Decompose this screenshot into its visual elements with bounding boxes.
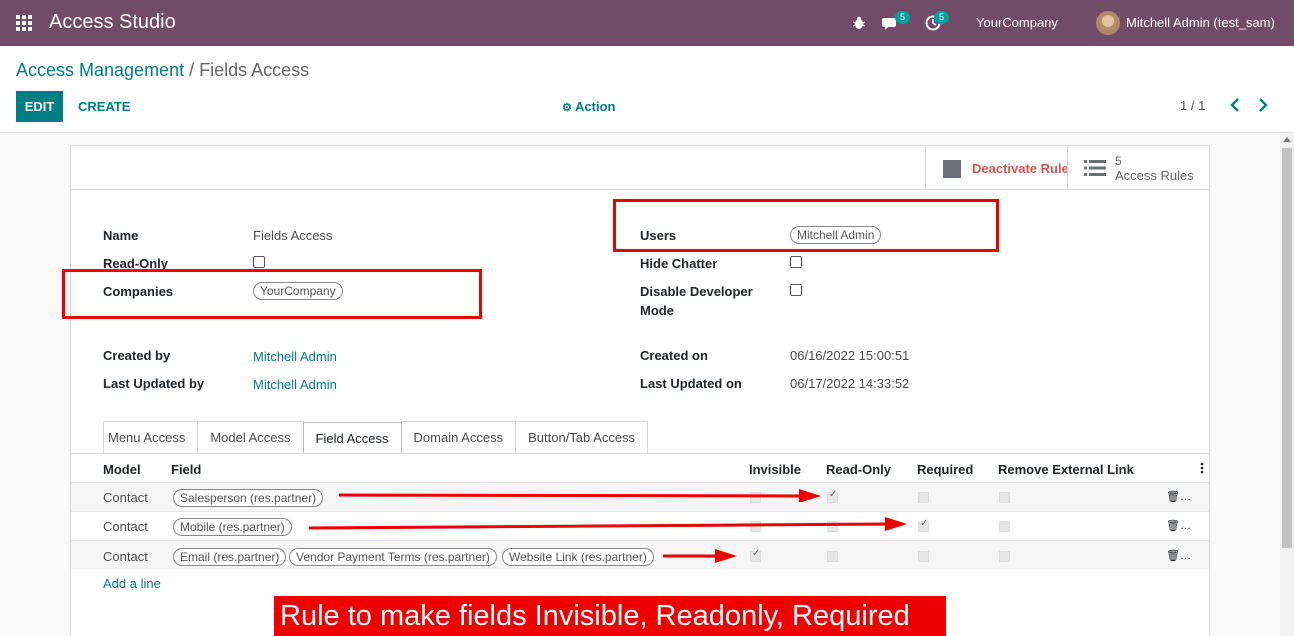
breadcrumb-current: Fields Access (199, 60, 310, 80)
hide-chatter-label: Hide Chatter (640, 256, 718, 271)
row-model: Contact (103, 549, 148, 564)
smart-button-box: Deactivate Rule 5 Access Rules (71, 146, 1209, 190)
column-required[interactable]: Required (917, 462, 973, 477)
breadcrumb-separator: / (189, 60, 195, 80)
action-menu[interactable]: ⚙ Action (562, 99, 615, 114)
name-label: Name (103, 228, 139, 243)
field-tag[interactable]: Email (res.partner) (173, 548, 287, 566)
created-on-value: 06/16/2022 15:00:51 (790, 348, 910, 363)
gear-icon: ⚙ (562, 102, 572, 114)
row-model: Contact (103, 490, 148, 505)
created-by-value[interactable]: Mitchell Admin (253, 349, 337, 364)
page-scrollbar[interactable] (1280, 134, 1294, 636)
tabs-divider (71, 453, 1209, 454)
notebook-tabs: Menu Access Model Access Field Access Do… (103, 421, 649, 454)
tab-field-access[interactable]: Field Access (302, 422, 402, 454)
readonly-checkbox[interactable] (253, 256, 265, 268)
arrow-required-annotation (308, 517, 907, 531)
table-row[interactable]: Contact Email (res.partner) Vendor Payme… (71, 540, 1209, 570)
last-updated-on-value: 06/17/2022 14:33:52 (790, 376, 910, 391)
bug-icon[interactable] (852, 16, 866, 30)
disable-developer-label-2: Mode (640, 303, 674, 318)
column-invisible[interactable]: Invisible (749, 462, 801, 477)
chevron-left-icon[interactable] (1228, 96, 1242, 114)
field-tag[interactable]: Mobile (res.partner) (173, 518, 292, 536)
remove-link-checkbox[interactable] (999, 492, 1010, 503)
scroll-up-arrow-icon[interactable] (1283, 137, 1291, 142)
chat-badge: 5 (895, 11, 911, 24)
remove-link-checkbox[interactable] (999, 521, 1010, 532)
disable-developer-label: Disable Developer (640, 284, 753, 299)
trash-icon[interactable]: 🗑… (1166, 549, 1191, 563)
field-tag[interactable]: Vendor Payment Terms (res.partner) (289, 548, 497, 566)
created-on-label: Created on (640, 348, 708, 363)
last-updated-by-value[interactable]: Mitchell Admin (253, 377, 337, 392)
deactivate-rule-button[interactable]: Deactivate Rule (925, 146, 1069, 190)
tab-domain-access[interactable]: Domain Access (400, 421, 517, 453)
arrow-invisible-annotation (663, 549, 737, 563)
disable-developer-checkbox[interactable] (790, 284, 802, 296)
invisible-checkbox[interactable] (750, 548, 761, 562)
rules-count: 5 (1115, 154, 1122, 168)
tab-button-tab-access[interactable]: Button/Tab Access (515, 421, 649, 453)
user-menu[interactable]: Mitchell Admin (test_sam) (1126, 15, 1275, 30)
last-updated-on-label: Last Updated on (640, 376, 742, 391)
last-updated-by-label: Last Updated by (103, 376, 205, 391)
hide-chatter-checkbox[interactable] (790, 256, 802, 268)
column-model[interactable]: Model (103, 462, 141, 477)
control-panel: Access Management / Fields Access EDIT C… (0, 46, 1294, 133)
annotation-banner: Rule to make fields Invisible, Readonly,… (274, 596, 946, 636)
trash-icon[interactable]: 🗑… (1166, 519, 1191, 533)
field-tag[interactable]: Salesperson (res.partner) (173, 489, 324, 507)
create-button[interactable]: CREATE (78, 99, 130, 114)
column-field[interactable]: Field (171, 462, 201, 477)
required-checkbox[interactable] (918, 492, 929, 503)
pager-value[interactable]: 1 / 1 (1180, 98, 1205, 113)
row-model: Contact (103, 519, 148, 534)
trash-icon[interactable]: 🗑… (1166, 490, 1191, 504)
column-options-icon[interactable] (1200, 462, 1204, 474)
required-checkbox[interactable] (918, 518, 929, 532)
required-checkbox[interactable] (918, 551, 929, 562)
column-remove-external-link[interactable]: Remove External Link (998, 462, 1134, 477)
company-switcher[interactable]: YourCompany (976, 15, 1058, 30)
rules-label: Access Rules (1115, 168, 1194, 183)
deactivate-label: Deactivate Rule (972, 161, 1069, 176)
arrow-readonly-annotation (338, 489, 821, 502)
created-by-label: Created by (103, 348, 171, 363)
highlight-companies-box (62, 269, 482, 319)
breadcrumb-parent[interactable]: Access Management (16, 60, 184, 80)
column-readonly[interactable]: Read-Only (826, 462, 891, 477)
stop-icon (943, 160, 961, 178)
apps-menu-icon[interactable] (16, 15, 33, 31)
access-rules-button[interactable]: 5 Access Rules (1067, 146, 1209, 190)
tab-model-access[interactable]: Model Access (197, 421, 304, 453)
name-value: Fields Access (253, 228, 333, 243)
chevron-right-icon[interactable] (1256, 96, 1270, 114)
highlight-users-box (613, 199, 999, 252)
field-tag[interactable]: Website Link (res.partner) (502, 548, 654, 566)
readonly-checkbox[interactable] (827, 551, 838, 562)
edit-button[interactable]: EDIT (16, 91, 63, 122)
breadcrumb: Access Management / Fields Access (16, 60, 309, 81)
form-sheet: Deactivate Rule 5 Access Rules Name Fiel… (62, 145, 1210, 636)
activity-badge: 5 (934, 11, 950, 24)
list-icon (1084, 160, 1106, 176)
scroll-thumb[interactable] (1282, 148, 1292, 548)
app-title[interactable]: Access Studio (49, 11, 176, 34)
tab-menu-access[interactable]: Menu Access (103, 421, 199, 453)
add-line-link[interactable]: Add a line (103, 576, 161, 591)
user-avatar[interactable] (1096, 11, 1120, 35)
top-navbar: Access Studio 5 5 YourCompany Mitchell A… (0, 0, 1294, 46)
remove-link-checkbox[interactable] (999, 551, 1010, 562)
readonly-checkbox[interactable] (827, 489, 838, 503)
action-label: Action (575, 99, 616, 114)
